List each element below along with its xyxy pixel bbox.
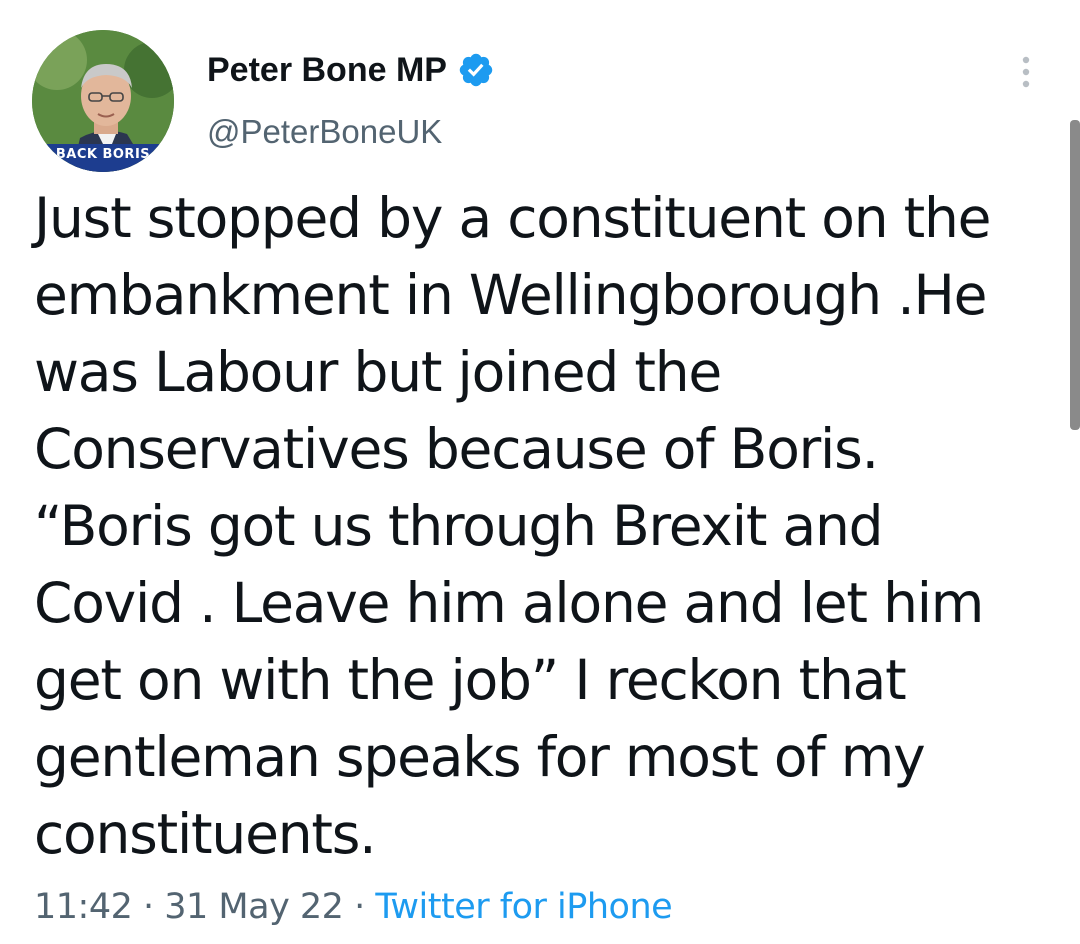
avatar[interactable]: BACK BORIS bbox=[32, 30, 174, 172]
avatar-banner-text: BACK BORIS bbox=[32, 144, 174, 172]
tweet-time[interactable]: 11:42 bbox=[34, 887, 133, 927]
display-name[interactable]: Peter Bone MP bbox=[207, 50, 495, 90]
tweet-meta: 11:42 · 31 May 22 · Twitter for iPhone bbox=[34, 883, 673, 931]
scrollbar[interactable] bbox=[1070, 120, 1080, 430]
tweet-card: BACK BORIS Peter Bone MP @PeterBoneUK Ju… bbox=[0, 0, 1080, 944]
display-name-text: Peter Bone MP bbox=[207, 51, 447, 89]
meta-separator: · bbox=[132, 887, 165, 927]
tweet-date[interactable]: 31 May 22 bbox=[164, 887, 344, 927]
user-handle[interactable]: @PeterBoneUK bbox=[207, 112, 442, 152]
verified-badge-icon bbox=[459, 53, 493, 87]
tweet-source-link[interactable]: Twitter for iPhone bbox=[375, 887, 672, 927]
meta-separator: · bbox=[343, 887, 376, 927]
more-vertical-icon[interactable] bbox=[1014, 54, 1038, 94]
tweet-text: Just stopped by a constituent on the emb… bbox=[34, 186, 992, 866]
